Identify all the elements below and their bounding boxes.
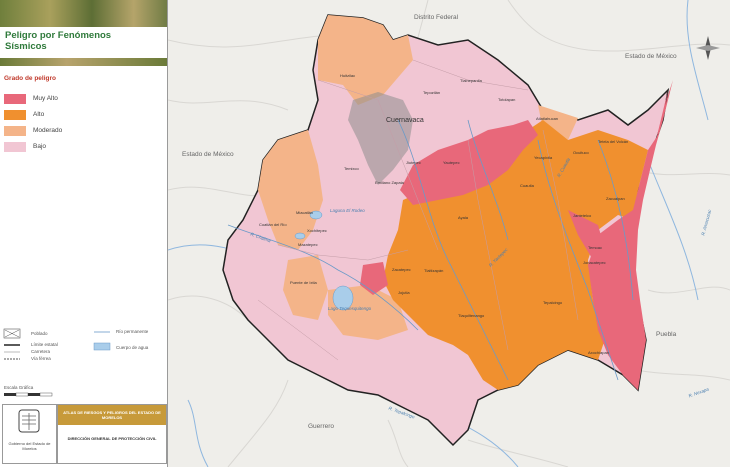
scale-bar xyxy=(4,392,53,397)
label-town: Zacatepec xyxy=(392,267,411,272)
symbol-label-poblado: Poblado xyxy=(31,331,48,336)
decorative-strip xyxy=(0,58,167,66)
map-title: Peligro por Fenómenos Sísmicos xyxy=(5,30,163,52)
label-cuernavaca: Cuernavaca xyxy=(386,117,424,124)
legend-label-bajo: Bajo xyxy=(33,143,47,150)
swatch-moderado xyxy=(4,126,26,136)
label-town: Cuautla xyxy=(520,183,534,188)
label-river: Laguna El Rodeo xyxy=(330,208,365,213)
symbol-label-rio: Río permanente xyxy=(116,329,149,334)
label-town: Coatlán del Río xyxy=(259,222,287,227)
legend-label-muy-alto: Muy Alto xyxy=(33,95,58,102)
label-town: Yecapixtla xyxy=(534,155,553,160)
label-town: Xochitepec xyxy=(307,228,327,233)
legend-label-alto: Alto xyxy=(33,111,45,118)
label-town: Jantetelco xyxy=(573,213,592,218)
legend-label-moderado: Moderado xyxy=(33,127,63,134)
lake-coatetelco xyxy=(294,232,306,240)
label-town: Tlalnepantla xyxy=(460,78,482,83)
header-banner-image xyxy=(0,0,167,27)
label-town: Temoac xyxy=(588,245,603,250)
swatch-bajo xyxy=(4,142,26,152)
label-town: Tepoztlán xyxy=(423,90,441,95)
label-estado-mexico-w: Estado de México xyxy=(182,151,234,158)
atlas-info-box: ATLAS DE RIESGOS Y PELIGROS DEL ESTADO D… xyxy=(57,404,167,464)
label-town: Huitzilac xyxy=(340,73,356,78)
atlas-directorate: DIRECCIÓN GENERAL DE PROTECCIÓN CIVIL xyxy=(67,436,157,441)
label-town: Tlaquiltenango xyxy=(458,313,485,318)
label-town: Tetela del Volcán xyxy=(598,139,629,144)
government-logo-box: Gobierno del Estado de Morelos xyxy=(2,404,57,464)
atlas-title: ATLAS DE RIESGOS Y PELIGROS DEL ESTADO D… xyxy=(63,410,161,420)
government-name: Gobierno del Estado de Morelos xyxy=(8,441,51,451)
label-town: Tepalcingo xyxy=(543,300,563,305)
legend-panel: Peligro por Fenómenos Sísmicos Grado de … xyxy=(0,0,168,467)
label-town: Jiutepec xyxy=(406,160,421,165)
label-town: Jonacatepec xyxy=(583,260,606,265)
hazard-map[interactable]: Distrito Federal Estado de México Estado… xyxy=(168,0,730,467)
label-town: Zacualpan xyxy=(606,196,625,201)
label-town: Totolapan xyxy=(498,97,516,102)
symbol-label-limite: Límite estatal xyxy=(31,342,58,347)
symbol-label-cuerpo: Cuerpo de agua xyxy=(116,345,149,350)
label-town: Mazatepec xyxy=(298,242,318,247)
label-town: Ayala xyxy=(458,215,468,220)
map-title-line1: Peligro por Fenómenos xyxy=(5,30,112,41)
symbol-label-carretera: Carretera xyxy=(31,349,51,354)
label-town: Puente de Ixtla xyxy=(290,280,317,285)
swatch-alto xyxy=(4,110,26,120)
label-town: Jojutla xyxy=(398,290,410,295)
label-guerrero: Guerrero xyxy=(308,423,335,430)
legend-heading: Grado de peligro xyxy=(4,75,57,82)
label-town: Ocuituco xyxy=(573,150,589,155)
scale-label: Escala Gráfica xyxy=(4,385,34,390)
label-puebla: Puebla xyxy=(656,331,677,338)
map-title-line2: Sísmicos xyxy=(5,41,47,52)
label-distrito-federal: Distrito Federal xyxy=(414,14,459,21)
swatch-muy-alto xyxy=(4,94,26,104)
label-river: Lago Tequesquitengo xyxy=(328,306,372,311)
label-estado-mexico-ne: Estado de México xyxy=(625,53,677,60)
label-town: Yautepec xyxy=(443,160,460,165)
label-town: Emiliano Zapata xyxy=(375,180,404,185)
label-town: Atlatlahucan xyxy=(536,116,559,121)
symbol-label-via: Vía férrea xyxy=(31,356,51,361)
label-town: Axochiapan xyxy=(588,350,609,355)
label-town: Miacatlán xyxy=(296,210,314,215)
label-town: Temixco xyxy=(344,166,359,171)
label-town: Tlaltizapán xyxy=(424,268,444,273)
water-body-icon xyxy=(93,342,111,351)
coat-of-arms-icon xyxy=(18,409,40,433)
